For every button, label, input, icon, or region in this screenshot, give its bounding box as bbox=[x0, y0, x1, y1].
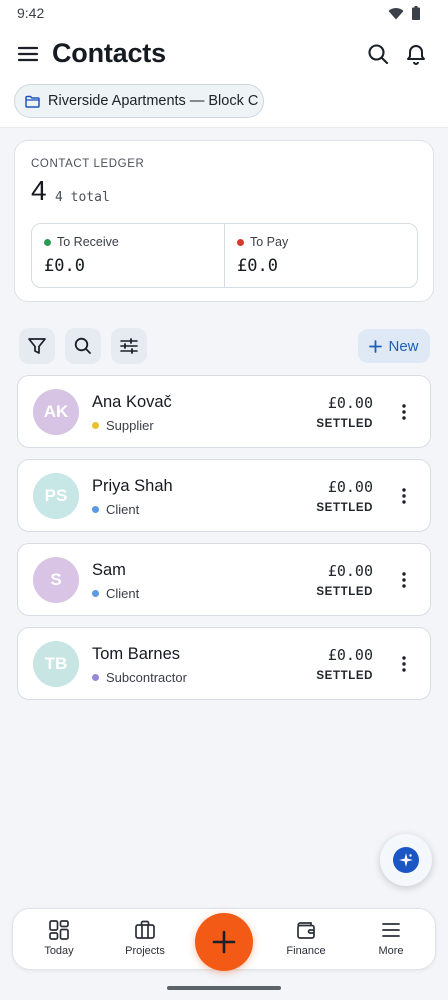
contact-name: Priya Shah bbox=[92, 477, 173, 495]
hamburger-icon bbox=[17, 46, 39, 62]
more-vertical-icon bbox=[402, 656, 406, 672]
to-pay-value: £0.0 bbox=[237, 256, 278, 276]
notifications-button[interactable] bbox=[404, 42, 428, 66]
ledger-total: 4 total bbox=[55, 190, 110, 205]
contact-role: Supplier bbox=[92, 418, 154, 433]
contact-role: Client bbox=[92, 586, 139, 601]
wallet-icon bbox=[297, 922, 315, 939]
project-chip-label: Riverside Apartments — Block C bbox=[48, 93, 259, 109]
contact-card[interactable]: PS Priya Shah Client £0.00 SETTLED bbox=[17, 459, 431, 532]
to-receive-box: To Receive £0.0 bbox=[32, 224, 224, 287]
bell-icon bbox=[407, 45, 425, 65]
contact-ledger-card: CONTACT LEDGER 4 4 total To Receive £0.0… bbox=[14, 140, 434, 302]
to-receive-value: £0.0 bbox=[44, 256, 85, 276]
sparkle-icon bbox=[399, 853, 413, 867]
more-vertical-icon bbox=[402, 572, 406, 588]
nav-today[interactable]: Today bbox=[19, 919, 99, 957]
folder-icon bbox=[25, 95, 40, 108]
plus-icon bbox=[212, 930, 236, 954]
contact-more-button[interactable] bbox=[394, 568, 414, 592]
status-bar: 9:42 bbox=[0, 0, 448, 26]
search-icon bbox=[368, 44, 389, 65]
to-receive-dot bbox=[44, 238, 51, 246]
status-badge: SETTLED bbox=[316, 502, 373, 514]
search-button[interactable] bbox=[366, 42, 390, 66]
contact-balance: £0.00 bbox=[327, 646, 373, 664]
sliders-icon bbox=[120, 338, 138, 354]
search-icon bbox=[74, 337, 91, 354]
contact-name: Tom Barnes bbox=[92, 645, 181, 663]
to-pay-label: To Pay bbox=[250, 235, 289, 249]
nav-finance[interactable]: Finance bbox=[266, 919, 346, 957]
filter-button[interactable] bbox=[19, 328, 55, 364]
to-pay-dot bbox=[237, 238, 244, 246]
avatar: TB bbox=[33, 641, 79, 687]
quick-add-button[interactable] bbox=[195, 913, 253, 971]
sort-options-button[interactable] bbox=[111, 328, 147, 364]
nav-more-label: More bbox=[378, 945, 404, 957]
ledger-count: 4 bbox=[31, 175, 47, 206]
nav-projects[interactable]: Projects bbox=[105, 919, 185, 957]
contact-card[interactable]: TB Tom Barnes Subcontractor £0.00 SETTLE… bbox=[17, 627, 431, 700]
nav-projects-label: Projects bbox=[125, 945, 165, 957]
more-vertical-icon bbox=[402, 404, 406, 420]
briefcase-icon bbox=[135, 920, 155, 939]
nav-finance-label: Finance bbox=[286, 945, 326, 957]
page-title: Contacts bbox=[52, 38, 166, 68]
to-receive-label: To Receive bbox=[57, 235, 119, 249]
app-bar: Contacts bbox=[0, 32, 448, 78]
contact-role: Client bbox=[92, 502, 139, 517]
ledger-balances: To Receive £0.0 To Pay £0.0 bbox=[31, 223, 418, 288]
ledger-label: CONTACT LEDGER bbox=[31, 158, 145, 170]
contact-more-button[interactable] bbox=[394, 484, 414, 508]
new-contact-label: New bbox=[388, 337, 419, 355]
contact-card[interactable]: S Sam Client £0.00 SETTLED bbox=[17, 543, 431, 616]
contact-more-button[interactable] bbox=[394, 652, 414, 676]
plus-icon bbox=[369, 339, 383, 353]
nav-today-label: Today bbox=[44, 945, 74, 957]
contact-name: Ana Kovač bbox=[92, 393, 172, 411]
avatar: S bbox=[33, 557, 79, 603]
status-time: 9:42 bbox=[17, 5, 45, 21]
project-selector-chip[interactable]: Riverside Apartments — Block C bbox=[14, 84, 264, 118]
to-pay-box: To Pay £0.0 bbox=[224, 224, 417, 287]
dashboard-icon bbox=[49, 920, 69, 940]
top-area: 9:42 Contacts Riverside Apartments — Blo… bbox=[0, 0, 448, 128]
battery-icon bbox=[412, 6, 420, 20]
avatar: PS bbox=[33, 473, 79, 519]
search-contacts-button[interactable] bbox=[65, 328, 101, 364]
gesture-handle bbox=[167, 986, 281, 990]
contact-more-button[interactable] bbox=[394, 400, 414, 424]
avatar: AK bbox=[33, 389, 79, 435]
contact-balance: £0.00 bbox=[327, 478, 373, 496]
contact-balance: £0.00 bbox=[327, 562, 373, 580]
wifi-icon bbox=[388, 7, 404, 20]
contact-role: Subcontractor bbox=[92, 670, 187, 685]
contact-name: Sam bbox=[92, 561, 126, 579]
status-badge: SETTLED bbox=[316, 418, 373, 430]
filter-icon bbox=[28, 338, 46, 354]
contact-balance: £0.00 bbox=[327, 394, 373, 412]
new-contact-button[interactable]: New bbox=[358, 329, 430, 363]
menu-icon bbox=[382, 923, 400, 937]
status-badge: SETTLED bbox=[316, 586, 373, 598]
menu-button[interactable] bbox=[16, 42, 40, 66]
nav-more[interactable]: More bbox=[351, 919, 431, 957]
status-badge: SETTLED bbox=[316, 670, 373, 682]
assistant-button[interactable] bbox=[380, 834, 432, 886]
contact-card[interactable]: AK Ana Kovač Supplier £0.00 SETTLED bbox=[17, 375, 431, 448]
more-vertical-icon bbox=[402, 488, 406, 504]
